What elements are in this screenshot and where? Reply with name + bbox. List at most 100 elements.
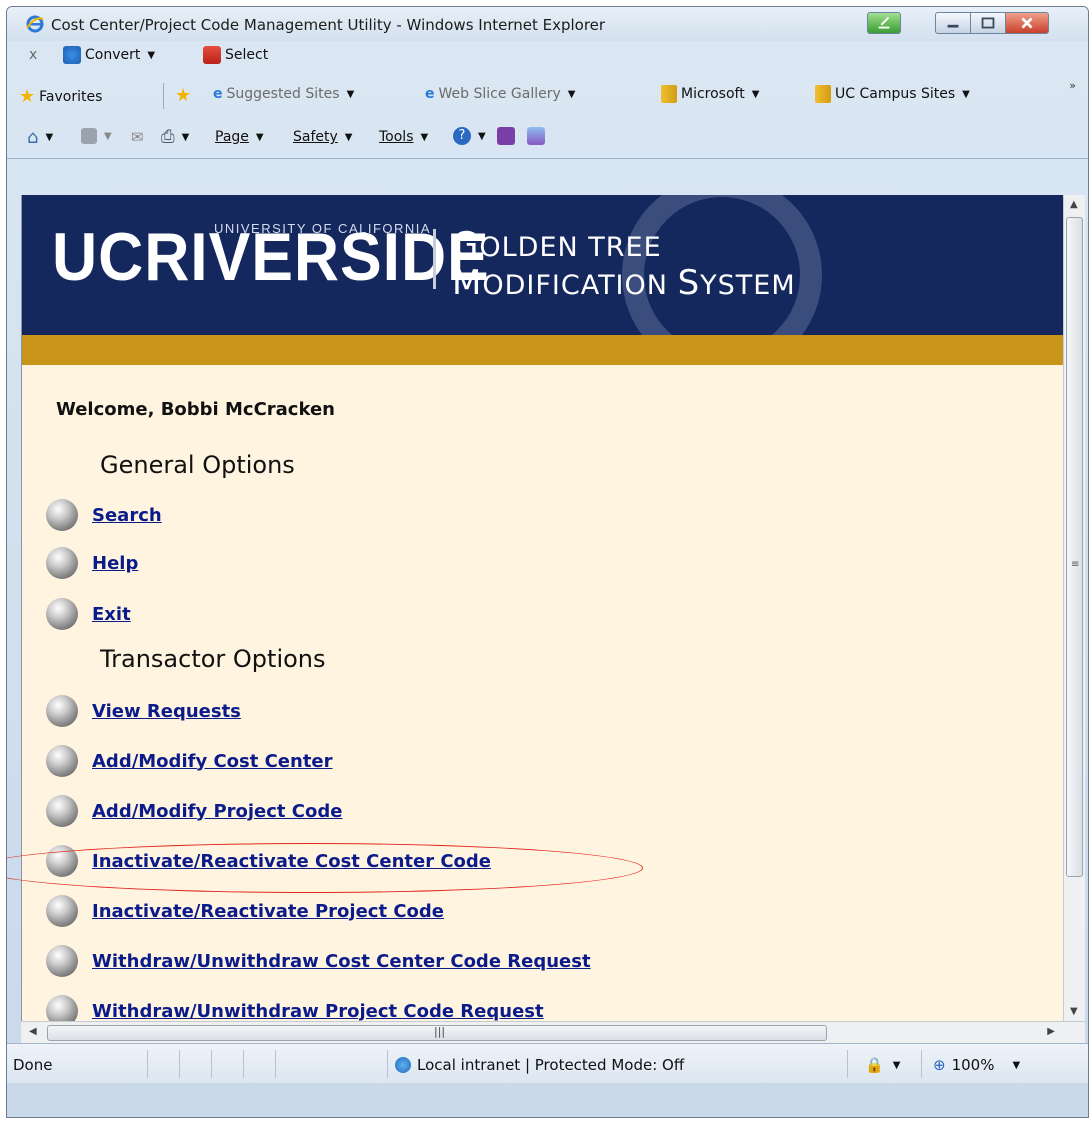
scroll-left-arrow-icon[interactable]: ◀ — [29, 1026, 37, 1037]
chevron-down-icon: ▼ — [962, 88, 970, 100]
chevron-down-icon: ▼ — [1012, 1059, 1021, 1071]
zoom-button[interactable]: ⊕ 100% ▼ — [933, 1056, 1020, 1074]
bullet-icon — [46, 795, 78, 827]
folder-icon — [661, 85, 677, 103]
add-to-favorites-bar-button[interactable]: ★ — [175, 85, 191, 106]
microsoft-folder-button[interactable]: Microsoft ▼ — [661, 85, 759, 103]
folder-icon — [815, 85, 831, 103]
vertical-scroll-thumb[interactable]: ≡ — [1066, 217, 1083, 877]
chevron-down-icon: ▼ — [567, 88, 576, 100]
status-bar: Done Local intranet | Protected Mode: Of… — [7, 1043, 1088, 1083]
status-divider — [921, 1050, 922, 1078]
menu-option-view-requests[interactable]: View Requests — [46, 695, 241, 727]
menu-option-help[interactable]: Help — [46, 547, 138, 579]
home-button[interactable]: ⌂ ▼ — [27, 127, 53, 148]
menu-option-search[interactable]: Search — [46, 499, 162, 531]
close-icon — [1021, 17, 1033, 29]
overflow-chevron-icon[interactable]: » — [1069, 79, 1076, 92]
horizontal-scrollbar[interactable]: ◀ ||| ▶ — [21, 1021, 1085, 1043]
highlight-ellipse-annotation — [7, 843, 643, 893]
add-favorite-icon: ★ — [175, 85, 192, 106]
star-icon: ★ — [19, 86, 36, 107]
minimize-button[interactable] — [935, 12, 971, 34]
page-menu-button[interactable]: Page ▼ — [215, 129, 264, 145]
chevron-down-icon: ▼ — [478, 130, 486, 142]
menu-option-exit[interactable]: Exit — [46, 598, 131, 630]
menu-option-withdraw-cost-center-request[interactable]: Withdraw/Unwithdraw Cost Center Code Req… — [46, 945, 591, 977]
help-link[interactable]: Help — [92, 553, 138, 574]
help-icon: ? — [453, 127, 471, 145]
ie-icon: e — [213, 86, 223, 102]
bullet-icon — [46, 695, 78, 727]
research-button[interactable] — [527, 127, 545, 145]
favorites-button[interactable]: ★ Favorites — [19, 86, 102, 107]
maximize-button[interactable] — [970, 12, 1006, 34]
bullet-icon — [46, 995, 78, 1021]
add-modify-project-code-link[interactable]: Add/Modify Project Code — [92, 801, 342, 822]
status-divider — [275, 1050, 276, 1078]
view-requests-link[interactable]: View Requests — [92, 701, 241, 722]
maximize-icon — [981, 17, 995, 29]
mail-icon: ✉ — [131, 128, 144, 146]
status-divider — [243, 1050, 244, 1078]
page-content: UCRIVERSIDE UNIVERSITY OF CALIFORNIA GOL… — [21, 195, 1063, 1021]
security-zone[interactable]: Local intranet | Protected Mode: Off — [395, 1056, 684, 1074]
blog-edit-icon — [527, 127, 545, 145]
transactor-options-heading: Transactor Options — [100, 645, 326, 673]
menu-option-withdraw-project-request[interactable]: Withdraw/Unwithdraw Project Code Request — [46, 995, 544, 1021]
chevron-down-icon: ▼ — [147, 49, 156, 61]
zoom-icon: ⊕ — [933, 1056, 946, 1074]
system-title-line1: GOLDEN TREE — [452, 225, 662, 265]
print-button[interactable]: ⎙ ▼ — [161, 127, 189, 147]
exit-link[interactable]: Exit — [92, 604, 131, 625]
logo-divider — [433, 229, 436, 289]
safety-menu-button[interactable]: Safety ▼ — [293, 129, 353, 145]
menu-option-inactivate-reactivate-project-code[interactable]: Inactivate/Reactivate Project Code — [46, 895, 444, 927]
globe-icon — [395, 1057, 411, 1073]
suggested-sites-button[interactable]: e Suggested Sites ▼ — [213, 86, 354, 102]
onenote-button[interactable] — [497, 127, 515, 145]
web-slice-gallery-button[interactable]: e Web Slice Gallery ▼ — [425, 86, 575, 102]
grip-icon: ||| — [434, 1025, 446, 1038]
home-icon: ⌂ — [27, 127, 39, 148]
scroll-right-arrow-icon[interactable]: ▶ — [1047, 1026, 1055, 1037]
vertical-scrollbar[interactable]: ▲ ≡ ▼ — [1063, 195, 1085, 1021]
inactivate-reactivate-project-code-link[interactable]: Inactivate/Reactivate Project Code — [92, 901, 444, 922]
edit-icon — [878, 16, 890, 29]
convert-button[interactable]: Convert ▼ — [63, 46, 155, 64]
add-modify-cost-center-link[interactable]: Add/Modify Cost Center — [92, 751, 333, 772]
status-divider — [847, 1050, 848, 1078]
scroll-down-arrow-icon[interactable]: ▼ — [1070, 1006, 1078, 1017]
scroll-up-arrow-icon[interactable]: ▲ — [1070, 199, 1078, 210]
convert-icon — [63, 46, 81, 64]
close-button[interactable] — [1005, 12, 1049, 34]
horizontal-scroll-thumb[interactable]: ||| — [47, 1025, 827, 1041]
menu-option-add-modify-cost-center[interactable]: Add/Modify Cost Center — [46, 745, 333, 777]
menu-option-add-modify-project-code[interactable]: Add/Modify Project Code — [46, 795, 342, 827]
internet-explorer-icon — [26, 15, 44, 33]
bullet-icon — [46, 598, 78, 630]
chevron-down-icon: ▼ — [751, 88, 760, 100]
tools-menu-button[interactable]: Tools ▼ — [379, 129, 428, 145]
chevron-down-icon: ▼ — [104, 130, 112, 142]
protected-mode-button[interactable]: 🔒 ▼ — [865, 1056, 900, 1074]
select-button[interactable]: Select — [203, 46, 268, 64]
withdraw-unwithdraw-project-code-request-link[interactable]: Withdraw/Unwithdraw Project Code Request — [92, 1001, 544, 1022]
bullet-icon — [46, 547, 78, 579]
toolbar-close-button[interactable]: x — [29, 47, 37, 63]
uc-campus-sites-folder-button[interactable]: UC Campus Sites ▼ — [815, 85, 970, 103]
read-mail-button[interactable]: ✉ — [131, 128, 144, 146]
feeds-button[interactable]: ▼ — [81, 128, 112, 144]
lock-icon: 🔒 — [865, 1056, 884, 1074]
add-on-toolbar: x Convert ▼ Select — [7, 41, 1088, 75]
search-link[interactable]: Search — [92, 505, 162, 526]
chevron-down-icon: ▼ — [420, 131, 429, 143]
status-divider — [211, 1050, 212, 1078]
withdraw-unwithdraw-cost-center-code-request-link[interactable]: Withdraw/Unwithdraw Cost Center Code Req… — [92, 951, 591, 972]
onenote-icon — [497, 127, 515, 145]
help-menu-button[interactable]: ? ▼ — [453, 127, 486, 145]
bullet-icon — [46, 895, 78, 927]
compatibility-button[interactable] — [867, 12, 901, 34]
chevron-down-icon: ▼ — [255, 131, 264, 143]
window-title: Cost Center/Project Code Management Util… — [51, 16, 606, 34]
